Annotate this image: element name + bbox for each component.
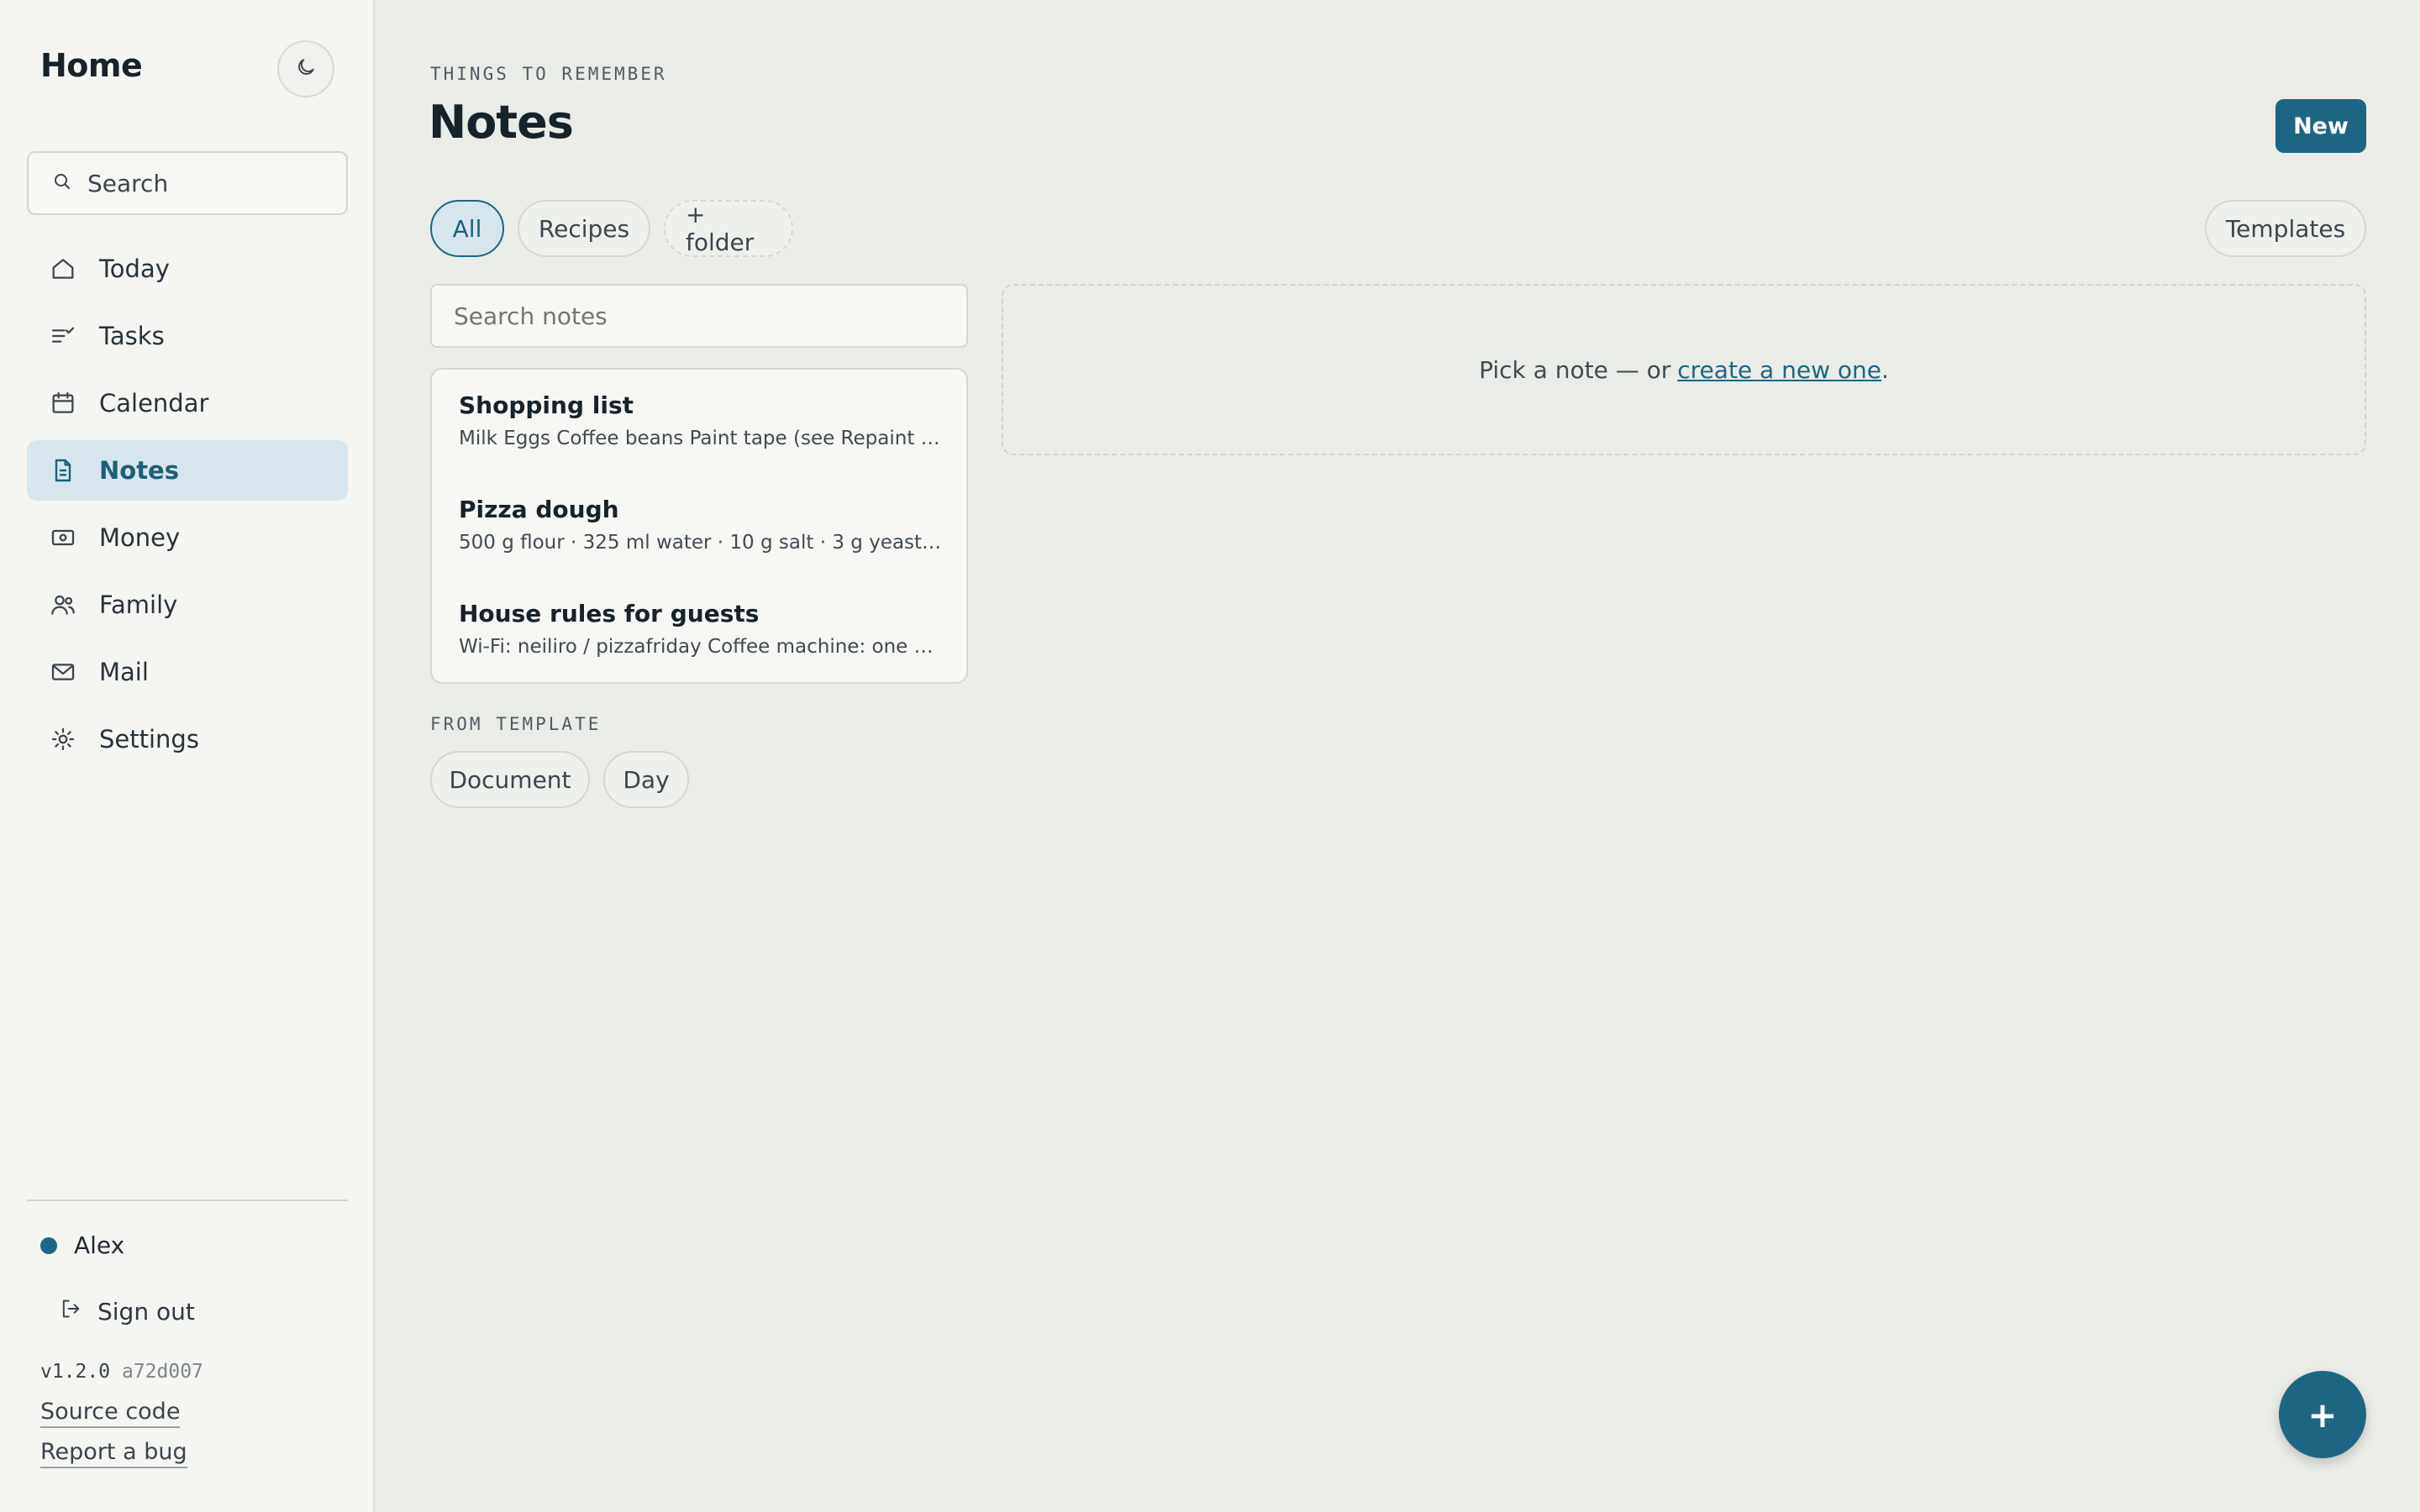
commit-hash: a72d007 [121, 1361, 203, 1383]
note-preview: Wi-Fi: neiliro / pizzafriday Coffee mach… [459, 636, 943, 658]
note-preview: Milk Eggs Coffee beans Paint tape (see R… [459, 428, 943, 449]
sidebar: Home Search Today Tasks Calendar Notes M… [0, 0, 375, 1512]
template-chip-document[interactable]: Document [430, 751, 590, 808]
new-note-button[interactable]: New [2275, 99, 2366, 153]
create-new-note-link[interactable]: create a new one [1677, 356, 1881, 384]
template-chip-day[interactable]: Day [603, 751, 689, 808]
note-item[interactable]: House rules for guests Wi-Fi: neiliro / … [432, 600, 966, 704]
from-template-label: FROM TEMPLATE [430, 714, 602, 734]
sidebar-item-label: Tasks [99, 322, 165, 350]
note-empty-state: Pick a note — or create a new one . [1002, 284, 2366, 455]
version-info: v1.2.0 a72d007 [40, 1361, 203, 1383]
folder-chip-all[interactable]: All [430, 200, 504, 257]
sidebar-search[interactable]: Search [27, 151, 348, 215]
sign-out-label: Sign out [97, 1298, 195, 1326]
page-eyebrow: THINGS TO REMEMBER [430, 64, 667, 84]
templates-button[interactable]: Templates [2205, 200, 2366, 257]
add-folder-button[interactable]: + folder [664, 200, 793, 257]
app-title: Home [40, 47, 143, 84]
note-item[interactable]: Pizza dough 500 g flour · 325 ml water ·… [432, 496, 966, 600]
tasks-icon [49, 322, 77, 350]
source-code-link[interactable]: Source code [40, 1398, 181, 1428]
plus-icon: + [2307, 1394, 2338, 1436]
sidebar-nav: Today Tasks Calendar Notes Money Family … [27, 239, 348, 776]
folder-chip-recipes[interactable]: Recipes [518, 200, 650, 257]
home-icon [49, 255, 77, 283]
sidebar-item-family[interactable]: Family [27, 575, 348, 635]
sidebar-search-label: Search [87, 169, 169, 197]
sidebar-item-label: Today [99, 255, 170, 283]
user-profile[interactable]: Alex [40, 1231, 124, 1259]
add-fab-button[interactable]: + [2279, 1371, 2366, 1458]
empty-state-text: Pick a note — or [1479, 355, 1671, 384]
people-icon [49, 591, 77, 619]
search-icon [52, 171, 72, 195]
report-bug-link[interactable]: Report a bug [40, 1438, 187, 1468]
note-preview: 500 g flour · 325 ml water · 10 g salt ·… [459, 532, 943, 554]
sidebar-item-label: Family [99, 591, 178, 619]
sidebar-item-settings[interactable]: Settings [27, 709, 348, 769]
note-title: House rules for guests [459, 600, 760, 627]
sidebar-item-mail[interactable]: Mail [27, 642, 348, 702]
sidebar-item-label: Mail [99, 658, 149, 686]
theme-toggle-button[interactable] [277, 40, 334, 97]
page-title: Notes [429, 96, 574, 149]
sidebar-item-notes[interactable]: Notes [27, 440, 348, 501]
note-title: Pizza dough [459, 496, 619, 523]
money-icon [49, 523, 77, 552]
calendar-icon [49, 389, 77, 417]
sidebar-item-calendar[interactable]: Calendar [27, 373, 348, 433]
mail-icon [49, 658, 77, 686]
sidebar-item-today[interactable]: Today [27, 239, 348, 299]
sidebar-item-label: Calendar [99, 389, 209, 417]
sign-out-button[interactable]: Sign out [59, 1297, 195, 1326]
note-title: Shopping list [459, 391, 634, 419]
sidebar-item-label: Money [99, 523, 181, 552]
sidebar-divider [27, 1200, 348, 1201]
sidebar-item-label: Notes [99, 456, 179, 485]
notes-search-input[interactable] [430, 284, 968, 348]
sidebar-item-label: Settings [99, 725, 199, 753]
sidebar-item-tasks[interactable]: Tasks [27, 306, 348, 366]
gear-icon [49, 725, 77, 753]
status-dot [40, 1236, 57, 1254]
note-item[interactable]: Shopping list Milk Eggs Coffee beans Pai… [432, 391, 966, 496]
version-number: v1.2.0 [40, 1361, 111, 1383]
moon-icon [295, 56, 317, 81]
sidebar-item-money[interactable]: Money [27, 507, 348, 568]
sign-out-icon [59, 1297, 82, 1326]
empty-state-suffix: . [1881, 355, 1889, 384]
document-icon [49, 456, 77, 485]
note-list: Shopping list Milk Eggs Coffee beans Pai… [430, 368, 968, 684]
user-name: Alex [74, 1231, 125, 1259]
